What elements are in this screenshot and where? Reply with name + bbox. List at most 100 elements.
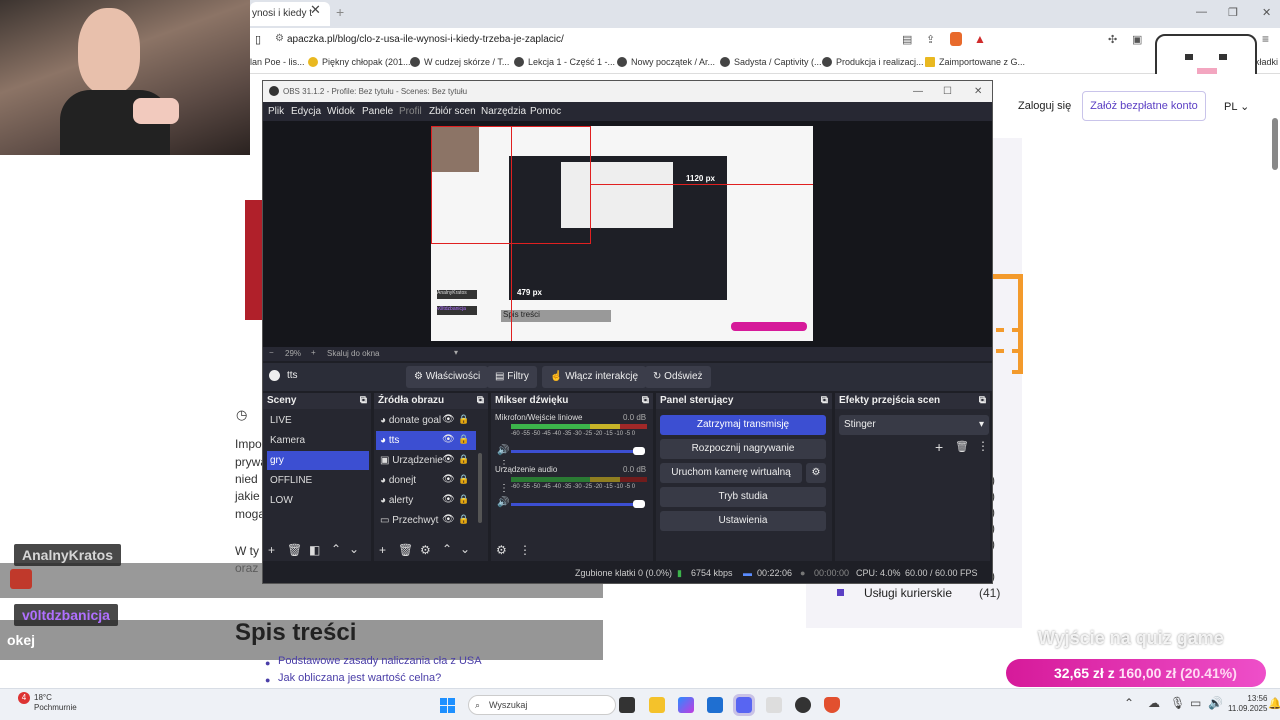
scene-item[interactable]: LOW: [267, 491, 369, 510]
taskbar-search[interactable]: ⌕ Wyszukaj: [468, 695, 616, 715]
undock-icon[interactable]: ⧉: [642, 393, 649, 409]
share-icon[interactable]: ⇪: [926, 33, 935, 46]
lock-icon[interactable]: 🔒: [458, 434, 469, 445]
trash-icon[interactable]: 🗑: [398, 543, 413, 557]
eye-icon[interactable]: 👁: [442, 434, 455, 445]
brave-browser-icon[interactable]: [824, 697, 840, 713]
bookmark-item[interactable]: Piękny chłopak (201...: [308, 57, 411, 67]
obs-taskbar-icon[interactable]: [795, 697, 811, 713]
bookmark-item[interactable]: Lekcja 1 - Część 1 -...: [514, 57, 615, 67]
maximize-icon[interactable]: ☐: [943, 81, 952, 102]
add-icon[interactable]: +: [268, 543, 275, 557]
notification-bell-icon[interactable]: 🔔: [1268, 697, 1280, 710]
bookmark-item[interactable]: Sadysta / Captivity (...: [720, 57, 822, 67]
more-icon[interactable]: ⋮: [499, 483, 509, 494]
undock-icon[interactable]: ⧉: [821, 393, 828, 409]
volume-slider[interactable]: [511, 503, 641, 506]
transition-select[interactable]: Stinger ▾: [839, 415, 989, 435]
app-icon[interactable]: [766, 697, 782, 713]
bookmark-toggle-icon[interactable]: ▯: [255, 33, 261, 46]
copilot-icon[interactable]: [678, 697, 694, 713]
interact-button[interactable]: ☝ Włącz interakcję: [542, 366, 647, 388]
properties-button[interactable]: ⚙ Właściwości: [406, 366, 489, 388]
lock-icon[interactable]: 🔒: [458, 514, 469, 525]
obs-preview-canvas[interactable]: AnalnyKratos v0ltdzbanicja Spis treści 1…: [431, 126, 813, 341]
window-close-icon[interactable]: ✕: [1262, 6, 1271, 19]
settings-button[interactable]: Ustawienia: [660, 511, 826, 531]
move-down-icon[interactable]: ⌄: [349, 542, 359, 556]
move-down-icon[interactable]: ⌄: [460, 542, 470, 556]
reader-mode-icon[interactable]: ▤: [902, 33, 912, 46]
login-link[interactable]: Zaloguj się: [1018, 100, 1071, 112]
scene-item[interactable]: LIVE: [267, 411, 369, 430]
bookmark-item[interactable]: lan Poe - lis...: [250, 57, 305, 67]
start-recording-button[interactable]: Rozpocznij nagrywanie: [660, 439, 826, 459]
zoom-in-icon[interactable]: +: [311, 348, 316, 357]
undock-icon[interactable]: ⧉: [979, 393, 986, 409]
taskbar-clock[interactable]: 13:56 11.09.2025: [1228, 694, 1267, 714]
address-bar[interactable]: ▯ ⚙ apaczka.pl/blog/clo-z-usa-ile-wynosi…: [250, 28, 1280, 52]
volume-slider[interactable]: [511, 450, 641, 453]
speaker-icon[interactable]: 🔊: [497, 445, 509, 456]
lock-icon[interactable]: 🔒: [458, 494, 469, 505]
move-up-icon[interactable]: ⌃: [442, 542, 452, 556]
toc-link[interactable]: Podstawowe zasady naliczania cła z USA: [278, 655, 482, 667]
zoom-dropdown-icon[interactable]: ▾: [454, 348, 458, 357]
menu-icon[interactable]: ≡: [1262, 32, 1269, 46]
eye-icon[interactable]: 👁: [442, 514, 455, 525]
lock-icon[interactable]: 🔒: [458, 414, 469, 425]
lock-icon[interactable]: 🔒: [458, 474, 469, 485]
language-select[interactable]: PL ⌄: [1224, 100, 1249, 113]
menu-tools[interactable]: Narzędzia: [481, 106, 526, 117]
menu-file[interactable]: Plik: [268, 106, 284, 117]
tab-close-icon[interactable]: ✕: [310, 2, 321, 18]
menu-profile[interactable]: Profil: [399, 106, 422, 117]
bookmark-item[interactable]: Produkcja i realizacj...: [822, 57, 924, 67]
discord-icon[interactable]: [733, 694, 755, 716]
undock-icon[interactable]: ⧉: [360, 393, 367, 409]
more-icon[interactable]: ⋮: [977, 439, 989, 453]
page-scrollbar[interactable]: [1272, 118, 1278, 170]
bookmark-item[interactable]: W cudzej skórze / T...: [410, 57, 509, 67]
brave-rewards-icon[interactable]: ▲: [974, 32, 986, 46]
microphone-icon[interactable]: 🎙: [1170, 696, 1185, 710]
toc-link[interactable]: Jak obliczana jest wartość celna?: [278, 672, 441, 684]
filters-button[interactable]: ▤ Filtry: [487, 366, 537, 388]
extensions-icon[interactable]: ✣: [1108, 33, 1117, 46]
store-icon[interactable]: [707, 697, 723, 713]
eye-icon[interactable]: 👁: [442, 454, 455, 465]
add-icon[interactable]: +: [379, 543, 386, 557]
gear-icon[interactable]: ⚙: [806, 463, 826, 483]
stop-streaming-button[interactable]: Zatrzymaj transmisję: [660, 415, 826, 435]
menu-scene-collection[interactable]: Zbiór scen: [429, 106, 476, 117]
sources-scrollbar[interactable]: [478, 453, 482, 523]
volume-icon[interactable]: 🔊: [1208, 696, 1223, 710]
trash-icon[interactable]: 🗑: [287, 543, 302, 557]
zoom-mode[interactable]: Skaluj do okna: [327, 349, 379, 358]
eye-icon[interactable]: 👁: [442, 474, 455, 485]
scene-item-active[interactable]: gry: [267, 451, 369, 470]
file-explorer-icon[interactable]: [649, 697, 665, 713]
chevron-up-icon[interactable]: ⌃: [1124, 696, 1134, 710]
minimize-icon[interactable]: —: [1196, 6, 1207, 18]
menu-view[interactable]: Widok: [327, 106, 355, 117]
eye-icon[interactable]: 👁: [442, 414, 455, 425]
lock-icon[interactable]: 🔒: [458, 454, 469, 465]
undock-icon[interactable]: ⧉: [477, 393, 484, 409]
eye-icon[interactable]: 👁: [442, 494, 455, 505]
minimize-icon[interactable]: —: [913, 81, 923, 102]
advanced-audio-icon[interactable]: ⚙: [496, 543, 507, 557]
move-up-icon[interactable]: ⌃: [331, 542, 341, 556]
signup-button[interactable]: Załóż bezpłatne konto: [1082, 91, 1206, 121]
task-view-icon[interactable]: [619, 697, 635, 713]
virtual-camera-button[interactable]: Uruchom kamerę wirtualną: [660, 463, 802, 483]
bookmark-folder[interactable]: Zaimportowane z G...: [925, 57, 1025, 67]
volume-slider-handle[interactable]: [633, 500, 645, 508]
category-link[interactable]: Usługi kurierskie: [864, 586, 952, 600]
refresh-button[interactable]: ↻ Odśwież: [645, 366, 711, 388]
site-info-icon[interactable]: ⚙: [275, 33, 284, 44]
speaker-icon[interactable]: 🔊: [497, 497, 509, 508]
menu-help[interactable]: Pomoc: [530, 106, 561, 117]
gear-icon[interactable]: ⚙: [420, 543, 431, 557]
menu-edit[interactable]: Edycja: [291, 106, 321, 117]
